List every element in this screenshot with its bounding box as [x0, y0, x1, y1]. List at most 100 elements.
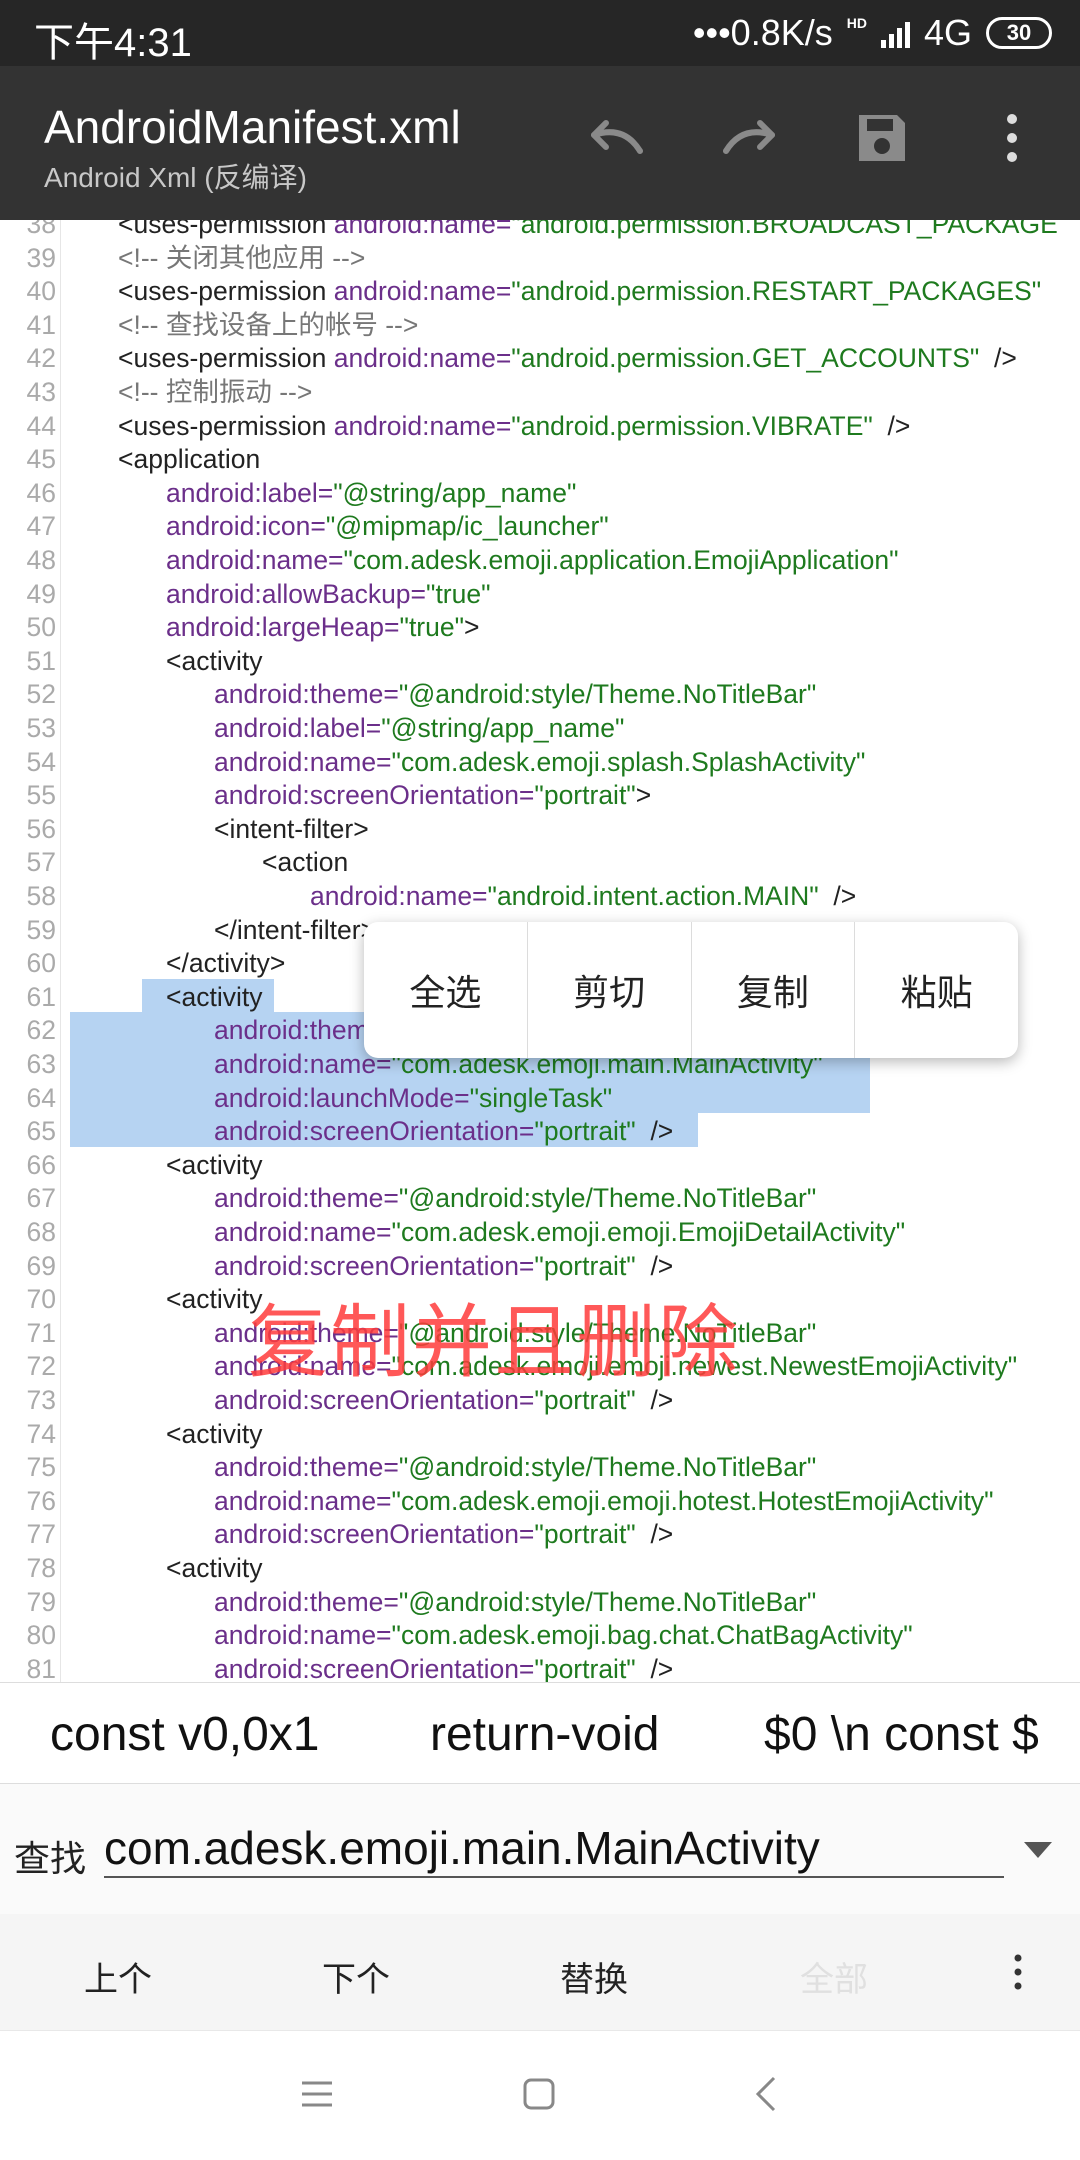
line-number: 66: [26, 1149, 56, 1180]
code-token: "portrait": [534, 780, 636, 811]
code-token: "singleTask": [469, 1082, 613, 1113]
code-token: />: [979, 343, 1017, 374]
copy-button[interactable]: 复制: [692, 922, 856, 1058]
prev-button[interactable]: 上个: [84, 1952, 152, 2001]
cut-button[interactable]: 剪切: [528, 922, 692, 1058]
replace-button[interactable]: 替换: [560, 1952, 628, 2001]
redo-icon: [723, 120, 775, 154]
home-icon[interactable]: [522, 2077, 556, 2111]
save-icon: [859, 115, 905, 161]
line-number: 74: [26, 1418, 56, 1449]
code-line: 74 <activity: [0, 1418, 1080, 1452]
code-text: android:label="@string/app_name": [214, 712, 624, 746]
line-number: 68: [26, 1217, 56, 1247]
menu-icon[interactable]: [300, 2079, 334, 2109]
code-token: android:theme=: [214, 1183, 399, 1214]
line-number: 40: [26, 276, 56, 307]
undo-button[interactable]: [578, 100, 654, 176]
more-vert-icon[interactable]: [1010, 1952, 1026, 1992]
navigation-bar: [0, 2030, 1080, 2160]
code-text: <activity: [166, 1149, 262, 1183]
code-token: android:name=: [333, 220, 512, 239]
code-token: </intent-filter>: [214, 914, 377, 945]
code-token: "android.permission.VIBRATE": [511, 410, 873, 441]
snippet-bar: const v0,0x1 return-void $0 \n const $: [0, 1682, 1080, 1784]
code-token: <application: [118, 444, 261, 475]
status-icons: •••0.8K/s HD 4G 30: [693, 10, 1052, 56]
code-line: 45 <application: [0, 443, 1080, 477]
code-line: 51 <activity: [0, 645, 1080, 679]
code-token: >: [464, 612, 480, 643]
redo-button[interactable]: [712, 100, 788, 176]
code-text: android:theme="@android:style/Theme.NoTi…: [214, 678, 816, 712]
line-number: 60: [26, 948, 56, 979]
back-icon[interactable]: [754, 2075, 778, 2113]
code-line: 53 android:label="@string/app_name": [0, 712, 1080, 746]
paste-button[interactable]: 粘贴: [855, 922, 1018, 1058]
code-text: android:allowBackup="true": [166, 578, 491, 612]
snippet-item[interactable]: const v0,0x1: [50, 1707, 319, 1762]
code-line: 67 android:theme="@android:style/Theme.No…: [0, 1182, 1080, 1216]
dropdown-arrow-icon[interactable]: [1022, 1840, 1054, 1860]
code-text: </intent-filter>: [214, 914, 376, 948]
code-text: </activity>: [166, 947, 285, 981]
status-time: 下午4:31: [34, 21, 192, 65]
code-token: </activity>: [166, 948, 286, 979]
code-text: <uses-permission android:name="android.p…: [118, 342, 1017, 376]
line-number: 76: [26, 1485, 56, 1516]
code-text: <activity: [166, 1418, 262, 1452]
code-line: 66 <activity: [0, 1149, 1080, 1183]
code-text: android:screenOrientation="portrait" />: [214, 1518, 673, 1552]
line-number: 77: [26, 1519, 56, 1550]
code-token: <uses-permission: [118, 276, 334, 307]
code-line: 49 android:allowBackup="true": [0, 578, 1080, 612]
snippet-item[interactable]: return-void: [430, 1707, 659, 1762]
code-token: <intent-filter>: [214, 813, 369, 844]
code-token: "com.adesk.emoji.emoji.hotest.HotestEmoj…: [391, 1485, 994, 1516]
code-text: <!-- 关闭其他应用 -->: [118, 242, 365, 276]
line-number: 64: [26, 1082, 56, 1113]
code-line: 56 <intent-filter>: [0, 813, 1080, 847]
code-token: "true": [426, 578, 491, 609]
find-input[interactable]: [104, 1820, 1004, 1878]
code-token: android:name=: [333, 276, 512, 307]
code-token: android:screenOrientation=: [214, 780, 535, 811]
code-token: <activity: [166, 981, 263, 1012]
select-all-button[interactable]: 全选: [364, 922, 528, 1058]
code-token: <!-- 查找设备上的帐号 -->: [118, 309, 419, 340]
code-token: android:allowBackup=: [166, 578, 427, 609]
code-token: "@mipmap/ic_launcher": [325, 511, 609, 542]
code-text: android:largeHeap="true">: [166, 611, 480, 645]
line-number: 48: [26, 545, 56, 575]
line-number: 79: [26, 1586, 56, 1617]
code-line: 75 android:theme="@android:style/Theme.No…: [0, 1451, 1080, 1485]
code-token: android:screenOrientation=: [214, 1116, 535, 1147]
code-token: <activity: [166, 1149, 263, 1180]
code-token: <activity: [166, 1418, 263, 1449]
code-token: android:theme=: [214, 679, 399, 710]
line-number: 61: [26, 981, 56, 1012]
line-number: 81: [26, 1653, 56, 1682]
replace-all-button[interactable]: 全部: [800, 1952, 868, 2001]
save-button[interactable]: [844, 100, 920, 176]
code-line: 50 android:largeHeap="true">: [0, 611, 1080, 645]
code-line: 57 <action: [0, 846, 1080, 880]
network-speed: •••0.8K/s: [692, 12, 833, 53]
code-line: 81 android:screenOrientation="portrait" /…: [0, 1653, 1080, 1682]
code-token: <uses-permission: [118, 410, 334, 441]
line-number: 59: [26, 914, 56, 945]
code-line: 76 android:name="com.adesk.emoji.emoji.ho…: [0, 1485, 1080, 1519]
code-token: "portrait": [534, 1116, 636, 1147]
code-text: android:theme="@android:style/Theme.NoTi…: [214, 1451, 816, 1485]
next-button[interactable]: 下个: [322, 1952, 390, 2001]
find-label: 查找: [14, 1839, 87, 1880]
code-text: android:theme="@android:style/Theme.NoTi…: [214, 1182, 816, 1216]
snippet-item[interactable]: $0 \n const $: [764, 1707, 1039, 1762]
code-token: android:name=: [333, 343, 512, 374]
more-options-button[interactable]: [974, 100, 1050, 176]
code-token: <!-- 控制振动 -->: [118, 377, 313, 407]
line-number: 55: [26, 780, 56, 811]
code-text: <uses-permission android:name="android.p…: [118, 220, 1058, 242]
code-token: android:screenOrientation=: [214, 1653, 535, 1682]
code-token: android:launchMode=: [214, 1082, 470, 1113]
